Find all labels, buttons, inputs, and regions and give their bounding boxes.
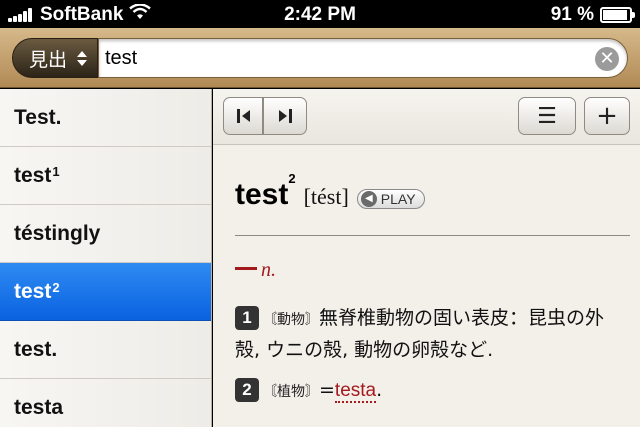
entry-detail-pane: ☰ + test2 [tést] ◀ PLAY n. 1 〘動物〙無脊椎動物の固い… — [213, 89, 640, 427]
skip-forward-icon — [278, 109, 292, 123]
clock: 2:42 PM — [284, 4, 356, 25]
results-list: Test. test 1 téstingly test 2 test. testa — [0, 89, 212, 427]
search-input[interactable]: test ✕ — [98, 38, 628, 78]
battery-area: 91 % — [550, 4, 635, 26]
divider — [235, 235, 630, 236]
up-down-arrows-icon — [77, 50, 88, 66]
sense-number-badge: 1 — [235, 306, 259, 330]
clear-icon[interactable]: ✕ — [595, 47, 619, 71]
sense-1: 1 〘動物〙無脊椎動物の固い表皮：昆虫の外殻, ウニの殻, 動物の卵殻など. — [235, 303, 625, 365]
headword-row: test2 [tést] ◀ PLAY — [235, 171, 425, 212]
plus-icon: + — [596, 101, 618, 131]
add-bookmark-button[interactable]: + — [584, 97, 630, 135]
sense-number-badge: 2 — [235, 378, 259, 402]
previous-entry-button[interactable] — [223, 97, 263, 135]
headword: test2 — [235, 171, 296, 211]
entry-toolbar: ☰ + — [213, 89, 640, 145]
play-label: PLAY — [380, 191, 416, 207]
list-item[interactable]: test 1 — [0, 147, 211, 205]
entry-content: test2 [tést] ◀ PLAY n. 1 〘動物〙無脊椎動物の固い表皮：昆… — [213, 146, 640, 427]
list-item[interactable]: testa — [0, 379, 211, 427]
list-item[interactable]: test. — [0, 321, 211, 379]
sense-equals: = — [319, 379, 335, 401]
sense-2: 2 〘植物〙=testa. — [235, 375, 625, 407]
play-audio-button[interactable]: ◀ PLAY — [356, 189, 425, 209]
search-bar: 見出 test ✕ — [0, 28, 640, 88]
status-bar: SoftBank 2:42 PM 91 % — [0, 0, 640, 28]
battery-percent: 91 % — [550, 4, 594, 25]
menu-button[interactable]: ☰ — [518, 97, 576, 135]
list-item[interactable]: Test. — [0, 89, 211, 147]
sense-end: . — [376, 379, 383, 401]
sense-domain-tag: 〘動物〙 — [263, 312, 319, 328]
list-icon: ☰ — [537, 103, 557, 129]
pos-dash — [235, 267, 257, 270]
speaker-icon: ◀ — [360, 191, 377, 207]
next-entry-button[interactable] — [263, 97, 307, 135]
search-scope-selector[interactable]: 見出 — [12, 38, 98, 78]
list-item-selected[interactable]: test 2 — [0, 263, 211, 321]
part-of-speech: n. — [235, 259, 276, 282]
sense-domain-tag: 〘植物〙 — [263, 384, 319, 400]
list-item[interactable]: téstingly — [0, 205, 211, 263]
cross-reference-link[interactable]: testa — [334, 380, 377, 403]
battery-icon — [600, 7, 635, 23]
search-scope-label: 見出 — [29, 48, 68, 71]
skip-back-icon — [236, 109, 250, 123]
pronunciation: [tést] — [303, 184, 349, 209]
search-query: test — [105, 47, 138, 69]
